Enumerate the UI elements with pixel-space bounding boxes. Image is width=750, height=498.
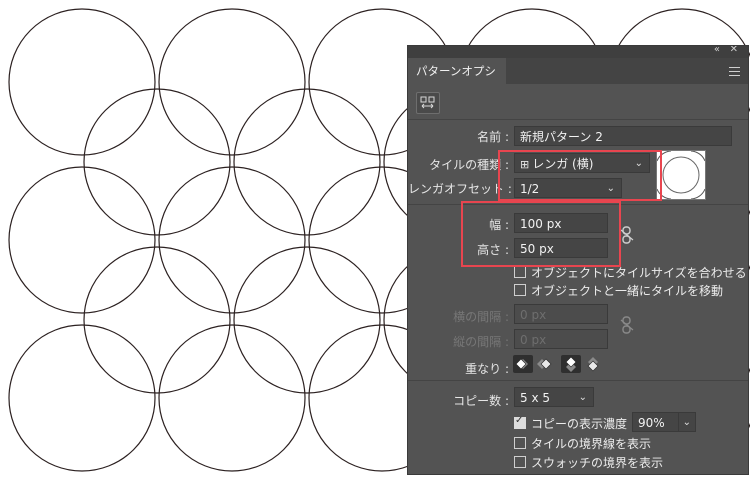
collapse-icon[interactable]: «	[714, 46, 720, 55]
name-input[interactable]: 新規パターン 2	[514, 126, 732, 146]
brick-offset-label: レンガオフセット :	[408, 182, 512, 196]
pattern-circle	[8, 8, 156, 156]
name-label: 名前 :	[477, 130, 509, 144]
divider	[408, 380, 748, 381]
panel-title-bar[interactable]: « ✕	[408, 46, 748, 58]
dim-value-stepper[interactable]: ⌄	[678, 412, 696, 432]
show-tile-edge-label: タイルの境界線を表示	[531, 437, 652, 451]
close-icon[interactable]: ✕	[730, 46, 738, 55]
left-front-icon	[515, 358, 528, 370]
move-with-art-box	[514, 284, 526, 296]
v-spacing-input[interactable]: 0 px	[514, 329, 608, 349]
panel-tab-row: パターンオプション	[408, 58, 748, 104]
brick-offset-value: 1/2	[520, 182, 540, 196]
dim-value: 90%	[638, 416, 665, 430]
chevron-down-icon: ⌄	[606, 183, 615, 194]
pattern-options-panel: « ✕ パターンオプション 名前 : 新規パターン 2 タイルの種類 : ⊞レン…	[408, 46, 748, 474]
h-spacing-input[interactable]: 0 px	[514, 304, 608, 324]
v-spacing-label: 縦の間隔 :	[453, 335, 509, 349]
pattern-circle	[8, 166, 156, 314]
show-tile-edge-box	[514, 437, 526, 449]
brick-tile-icon: ⊞	[520, 158, 530, 171]
panel-menu-icon[interactable]	[729, 64, 740, 78]
chevron-down-icon: ⌄	[578, 392, 587, 403]
tile-tool-icon	[420, 96, 435, 109]
right-front-icon	[537, 358, 552, 370]
h-spacing-label: 横の間隔 :	[453, 310, 509, 324]
pattern-circle	[83, 88, 231, 236]
show-swatch-bounds-label: スウォッチの境界を表示	[531, 456, 664, 470]
dim-copies-box	[514, 415, 526, 429]
height-label: 高さ :	[477, 243, 509, 257]
pattern-circle	[158, 324, 306, 472]
top-front-icon	[565, 356, 577, 372]
show-swatch-bounds-checkbox[interactable]: スウォッチの境界を表示	[514, 454, 663, 471]
fit-to-art-box	[514, 266, 526, 278]
pattern-circle	[233, 246, 381, 394]
bottom-front-icon	[587, 357, 599, 372]
left-in-front-button[interactable]	[513, 355, 533, 373]
brick-offset-dropdown[interactable]: 1/2 ⌄	[514, 178, 622, 198]
fit-to-art-checkbox[interactable]: オブジェクトにタイルサイズを合わせる	[514, 264, 747, 281]
top-in-front-button[interactable]	[561, 355, 581, 373]
divider	[408, 119, 748, 120]
bottom-in-front-button[interactable]	[583, 355, 603, 373]
copies-value: 5 x 5	[520, 391, 550, 405]
width-input[interactable]: 100 px	[514, 213, 608, 233]
copies-dropdown[interactable]: 5 x 5 ⌄	[514, 387, 594, 407]
pattern-circle	[158, 8, 306, 156]
pattern-circle	[158, 166, 306, 314]
show-swatch-bounds-box	[514, 456, 526, 468]
dim-copies-checkbox[interactable]: コピーの表示濃度 :	[514, 415, 635, 432]
tile-preview-swatch	[656, 150, 706, 200]
tile-type-value: レンガ (横)	[532, 157, 594, 171]
move-with-art-checkbox[interactable]: オブジェクトと一緒にタイルを移動	[514, 282, 723, 299]
fit-to-art-label: オブジェクトにタイルサイズを合わせる	[531, 266, 747, 280]
pattern-tile-tool-button[interactable]	[416, 92, 440, 114]
link-spacing-icon[interactable]	[620, 316, 634, 334]
height-input[interactable]: 50 px	[514, 238, 608, 258]
pattern-circle	[233, 88, 381, 236]
pattern-circle	[83, 246, 231, 394]
width-label: 幅 :	[489, 218, 509, 232]
show-tile-edge-checkbox[interactable]: タイルの境界線を表示	[514, 435, 651, 452]
tab-pattern-options[interactable]: パターンオプション	[408, 58, 506, 104]
move-with-art-label: オブジェクトと一緒にタイルを移動	[531, 284, 724, 298]
overlap-label: 重なり :	[465, 362, 509, 376]
tile-type-label: タイルの種類 :	[429, 158, 509, 172]
chevron-down-icon: ⌄	[634, 158, 643, 169]
pattern-circle	[8, 324, 156, 472]
copies-label: コピー数 :	[453, 394, 509, 408]
dim-copies-label: コピーの表示濃度 :	[531, 417, 635, 431]
chevron-down-icon: ⌄	[682, 417, 691, 428]
right-in-front-button[interactable]	[535, 355, 555, 373]
divider	[408, 204, 748, 205]
link-proportions-icon[interactable]	[620, 226, 634, 244]
tile-type-dropdown[interactable]: ⊞ レンガ (横) ⌄	[514, 153, 650, 173]
